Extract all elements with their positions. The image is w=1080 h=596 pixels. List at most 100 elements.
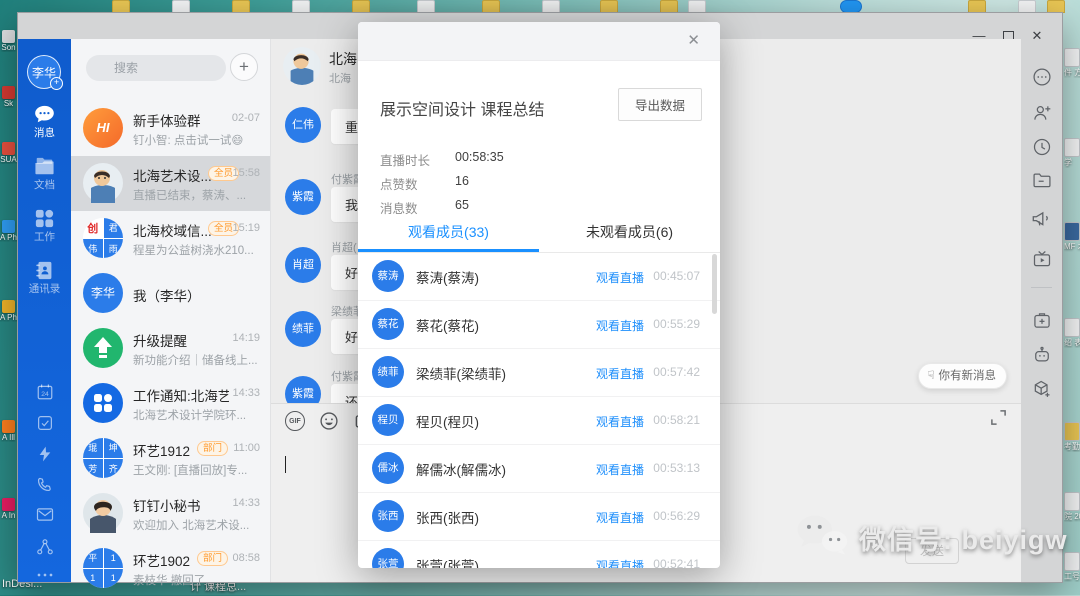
add-chat-button[interactable]: + bbox=[230, 53, 258, 81]
desktop-shortcut[interactable]: 考勤 bbox=[1064, 422, 1080, 452]
folder-icon[interactable] bbox=[1021, 171, 1062, 189]
member-row: 蔡涛 蔡涛(蔡涛) 观看直播 00:45:07 bbox=[358, 252, 720, 301]
todo-icon[interactable] bbox=[18, 414, 71, 432]
message-sender: 肖超( bbox=[331, 239, 357, 255]
member-avatar[interactable]: 绩菲 bbox=[285, 311, 321, 347]
secretary-avatar-photo bbox=[83, 493, 123, 533]
list-item[interactable]: 平 1 1 1 环艺1902 部门 08:58 素枝华 撤回了... bbox=[71, 541, 270, 596]
watch-live-link[interactable]: 观看直播 bbox=[596, 269, 644, 286]
desktop-shortcut[interactable]: A In bbox=[0, 498, 17, 520]
user-avatar: 李华 bbox=[83, 273, 123, 313]
tab-unwatched-members[interactable]: 未观看成员(6) bbox=[539, 212, 720, 252]
desktop-shortcut[interactable]: MF 术 bbox=[1064, 222, 1080, 252]
live-summary-modal: ✕ 展示空间设计 课程总结 导出数据 直播时长 00:58:35 点赞数 16 … bbox=[358, 22, 720, 568]
expand-icon[interactable] bbox=[990, 409, 1007, 431]
phone-icon[interactable] bbox=[18, 476, 71, 493]
desktop-shortcut[interactable]: A Ill bbox=[0, 420, 17, 442]
group-avatar: HI bbox=[83, 108, 123, 148]
sidebar-item-messages[interactable]: 消息 bbox=[18, 105, 71, 140]
export-data-button[interactable]: 导出数据 bbox=[618, 88, 702, 121]
member-row: 绩菲 梁绩菲(梁绩菲) 观看直播 00:57:42 bbox=[358, 348, 720, 397]
watch-live-link[interactable]: 观看直播 bbox=[596, 365, 644, 382]
tab-watched-members[interactable]: 观看成员(33) bbox=[358, 212, 539, 252]
plugin-icon[interactable] bbox=[1021, 311, 1062, 330]
calendar-icon[interactable]: 24 bbox=[18, 383, 71, 401]
chat-bubble-icon bbox=[18, 105, 71, 124]
flash-icon[interactable] bbox=[18, 445, 71, 463]
desktop-shortcut[interactable]: 绍 表 bbox=[1064, 318, 1080, 348]
list-item[interactable]: 琨 坤 芳 齐 环艺1912 部门 11:00 王文刚: [直播回放]专... bbox=[71, 431, 270, 486]
stat-label: 直播时长 bbox=[380, 150, 430, 169]
list-item[interactable]: HI 新手体验群 02-07 钉小智: 点击试一试😄 bbox=[71, 101, 270, 156]
robot-icon[interactable] bbox=[1021, 345, 1062, 365]
member-avatar: 张萱 bbox=[372, 548, 404, 568]
more-circle-icon[interactable] bbox=[1021, 67, 1062, 87]
live-icon[interactable] bbox=[1021, 249, 1062, 269]
gif-icon[interactable]: GIF bbox=[285, 411, 305, 431]
member-row: 蔡花 蔡花(蔡花) 观看直播 00:55:29 bbox=[358, 300, 720, 349]
desktop-shortcut[interactable]: Sk bbox=[0, 86, 17, 108]
member-avatar: 绩菲 bbox=[372, 356, 404, 388]
stat-value: 00:58:35 bbox=[455, 150, 504, 164]
chat-subtitle: 北海 bbox=[329, 70, 351, 86]
list-item[interactable]: 李华 我（李华） bbox=[71, 266, 270, 321]
member-avatar: 张西 bbox=[372, 500, 404, 532]
work-grid-icon bbox=[18, 209, 71, 228]
emoji-icon[interactable] bbox=[319, 411, 339, 436]
watch-live-link[interactable]: 观看直播 bbox=[596, 317, 644, 334]
add-member-icon[interactable] bbox=[1021, 103, 1062, 123]
member-row: 儒冰 解儒冰(解儒冰) 观看直播 00:53:13 bbox=[358, 444, 720, 493]
watch-live-link[interactable]: 观看直播 bbox=[596, 413, 644, 430]
list-item-selected[interactable]: 北海艺术设... 全员 15:58 直播已结束，蔡涛、... bbox=[71, 156, 270, 211]
list-item[interactable]: 工作通知:北海艺... 14:33 北海艺术设计学院环... bbox=[71, 376, 270, 431]
modal-close-icon[interactable]: ✕ bbox=[687, 31, 700, 49]
desktop-shortcut[interactable]: A Pho bbox=[0, 300, 17, 322]
chat-right-toolbar bbox=[1021, 39, 1062, 582]
more-icon[interactable] bbox=[18, 571, 71, 579]
chat-header-avatar[interactable] bbox=[283, 47, 321, 85]
contacts-book-icon bbox=[18, 261, 71, 280]
apps-icon[interactable] bbox=[1021, 379, 1062, 399]
group-avatar-grid: 琨 坤 芳 齐 bbox=[83, 438, 123, 478]
avatar[interactable]: 李华 + bbox=[27, 55, 61, 89]
list-item[interactable]: 升级提醒 14:19 新功能介绍｜储备线上... bbox=[71, 321, 270, 376]
member-avatar[interactable]: 仁伟 bbox=[285, 107, 321, 143]
watch-live-link[interactable]: 观看直播 bbox=[596, 509, 644, 526]
watch-live-link[interactable]: 观看直播 bbox=[596, 461, 644, 478]
new-message-pill[interactable]: ☟你有新消息 bbox=[918, 363, 1007, 389]
mail-icon[interactable] bbox=[18, 507, 71, 522]
desktop-shortcut[interactable]: 件 方式 bbox=[1064, 48, 1080, 78]
upgrade-avatar bbox=[83, 328, 123, 368]
watch-live-link[interactable]: 观看直播 bbox=[596, 557, 644, 568]
desktop-shortcut[interactable]: 学 bbox=[1064, 138, 1080, 168]
search-input[interactable] bbox=[86, 55, 226, 81]
member-tabs: 观看成员(33) 未观看成员(6) bbox=[358, 212, 720, 253]
desktop-shortcut[interactable]: SUA bbox=[0, 142, 17, 164]
org-icon[interactable] bbox=[18, 538, 71, 556]
conversation-list: + HI 新手体验群 02-07 钉小智: 点击试一试😄 北海艺术设... 全员… bbox=[71, 39, 271, 582]
member-row: 张萱 张萱(张萱) 观看直播 00:52:41 bbox=[358, 540, 720, 568]
list-item[interactable]: 钉钉小秘书 14:33 欢迎加入 北海艺术设... bbox=[71, 486, 270, 541]
member-avatar[interactable]: 肖超 bbox=[285, 247, 321, 283]
work-notice-avatar bbox=[83, 383, 123, 423]
list-item[interactable]: 创 君 伟 雨 北海校域信... 全员 15:19 程星为公益树浇水210... bbox=[71, 211, 270, 266]
member-avatar: 蔡花 bbox=[372, 308, 404, 340]
member-avatar[interactable]: 紫霞 bbox=[285, 179, 321, 215]
stat-value: 16 bbox=[455, 174, 469, 188]
announce-icon[interactable] bbox=[1021, 209, 1062, 228]
desktop-shortcut[interactable]: Son bbox=[0, 30, 17, 52]
docs-icon bbox=[18, 157, 71, 176]
chat-title: 北海 bbox=[329, 49, 357, 69]
pointer-down-icon: ☟ bbox=[927, 370, 934, 382]
desktop-shortcut[interactable]: A Pho bbox=[0, 220, 17, 242]
sidebar-item-work[interactable]: 工作 bbox=[18, 209, 71, 244]
member-row: 程贝 程贝(程贝) 观看直播 00:58:21 bbox=[358, 396, 720, 445]
toolbar-divider bbox=[1031, 287, 1052, 288]
scrollbar-thumb[interactable] bbox=[712, 254, 717, 314]
status-add-icon: + bbox=[50, 77, 63, 90]
history-icon[interactable] bbox=[1021, 137, 1062, 157]
modal-title: 展示空间设计 课程总结 bbox=[380, 96, 544, 120]
sidebar-item-docs[interactable]: 文档 bbox=[18, 157, 71, 192]
sidebar-item-contacts[interactable]: 通讯录 bbox=[18, 261, 71, 296]
group-avatar-photo bbox=[83, 163, 123, 203]
